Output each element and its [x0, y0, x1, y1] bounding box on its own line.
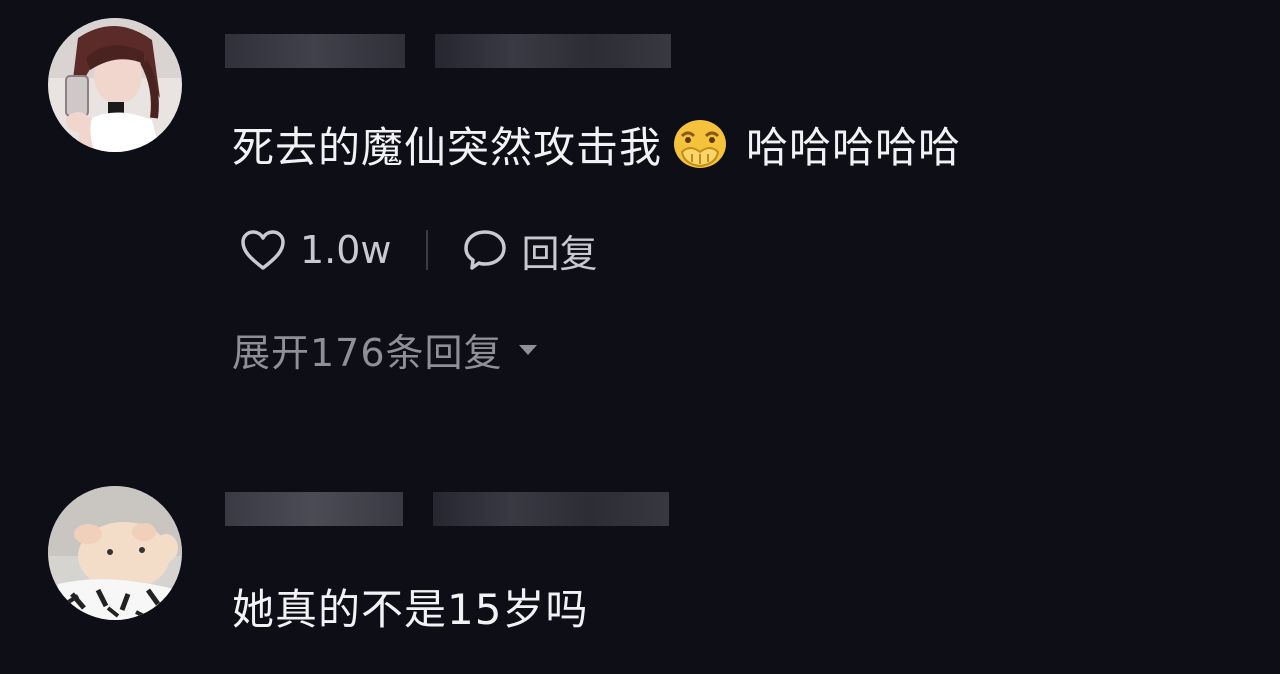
caret-down-icon [518, 344, 537, 355]
comment-text: 死去的魔仙突然攻击我 哈哈哈哈哈 [232, 118, 961, 182]
comment-text-part: 死去的魔仙突然攻击我 [232, 123, 663, 172]
avatar[interactable] [48, 486, 182, 620]
username-blurred[interactable] [225, 34, 671, 68]
heart-icon [241, 230, 285, 270]
avatar[interactable] [48, 18, 182, 152]
expand-replies-label: 展开176条回复 [232, 331, 503, 375]
like-button[interactable]: 1.0w [240, 228, 392, 272]
comment-text: 她真的不是15岁吗 [232, 585, 589, 634]
expand-replies-button[interactable]: 展开176条回复 [232, 322, 537, 377]
username-blurred[interactable] [225, 492, 669, 526]
like-count: 1.0w [300, 228, 392, 272]
hands-over-mouth-emoji-icon [672, 118, 728, 182]
comment-bubble-icon [463, 230, 506, 270]
reply-button[interactable]: 回复 [462, 223, 598, 278]
divider [425, 230, 428, 270]
avatar-photo [48, 18, 182, 152]
comment-actions: 1.0w 回复 [240, 222, 598, 278]
reply-label: 回复 [521, 231, 598, 276]
avatar-photo [48, 486, 182, 620]
comment-list: 死去的魔仙突然攻击我 哈哈哈哈哈 1.0w 回复 展开176条回复 她真的不是1… [0, 0, 1280, 674]
comment-text-part: 哈哈哈哈哈 [746, 123, 962, 172]
